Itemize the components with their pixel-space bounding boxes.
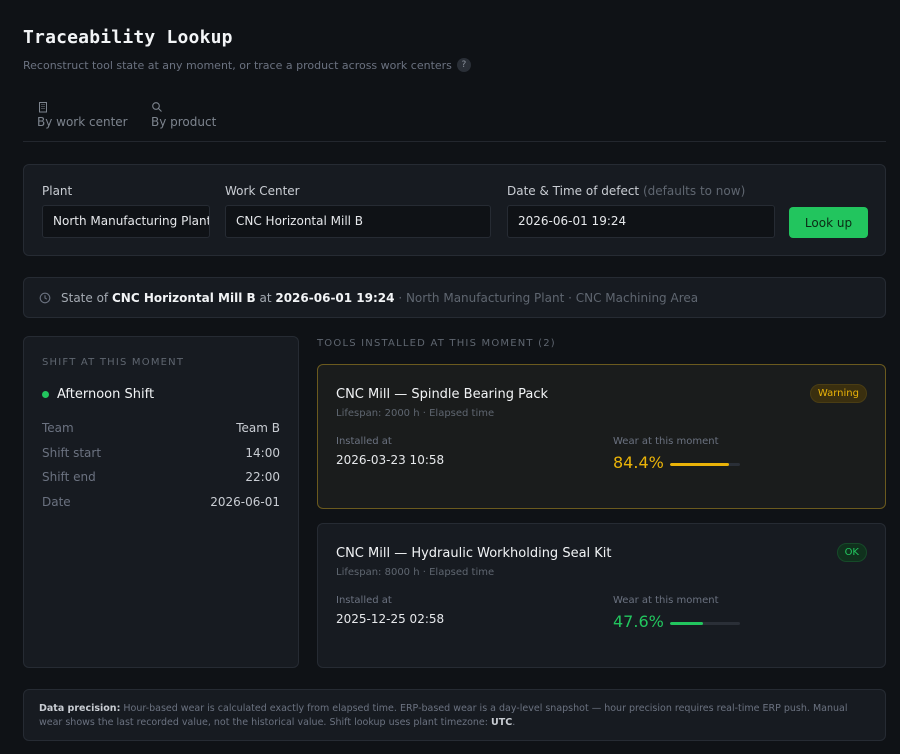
search-icon <box>152 102 162 112</box>
clock-icon <box>39 292 51 303</box>
installed-label: Installed at <box>336 436 392 447</box>
shift-row-start: Shift start 14:00 <box>42 446 280 460</box>
wear-progress-bar <box>670 622 740 625</box>
tool-card[interactable]: CNC Mill — Hydraulic Workholding Seal Ki… <box>317 523 886 668</box>
precision-label: Data precision: <box>39 703 121 714</box>
precision-timezone: UTC <box>491 717 513 728</box>
tool-lifespan: Lifespan: 8000 h · Elapsed time <box>336 567 495 578</box>
datetime-input[interactable]: 2026-06-01 19:24 <box>507 205 775 238</box>
shift-name: Afternoon Shift <box>42 387 154 402</box>
shift-value: Team B <box>236 421 280 435</box>
precision-text: Hour-based wear is calculated exactly fr… <box>39 703 848 728</box>
wear-progress-fill <box>670 463 730 466</box>
wear-progress-bar <box>670 463 740 466</box>
shift-value: 14:00 <box>245 446 280 460</box>
status-badge: Warning <box>809 384 867 403</box>
tool-name: CNC Mill — Hydraulic Workholding Seal Ki… <box>336 546 612 561</box>
tab-label: By product <box>151 115 217 129</box>
shift-panel: Shift at this moment Afternoon Shift Tea… <box>23 336 299 668</box>
datetime-label-text: Date & Time of defect <box>507 184 640 198</box>
installed-value: 2026-03-23 10:58 <box>336 453 445 467</box>
wear-value: 84.4% <box>613 453 664 472</box>
status-badge: OK <box>836 543 867 562</box>
active-dot-icon <box>42 391 49 398</box>
page-subtitle: Reconstruct tool state at any moment, or… <box>23 58 471 72</box>
shift-name-text: Afternoon Shift <box>57 387 155 402</box>
shift-row-team: Team Team B <box>42 421 280 435</box>
subtitle-text: Reconstruct tool state at any moment, or… <box>23 58 452 72</box>
shift-row-date: Date 2026-06-01 <box>42 495 280 509</box>
tab-by-work-center[interactable]: By work center <box>37 101 128 129</box>
tab-by-product[interactable]: By product <box>151 101 216 129</box>
building-icon <box>39 102 47 113</box>
page-title: Traceability Lookup <box>23 27 233 48</box>
tool-name: CNC Mill — Spindle Bearing Pack <box>336 387 549 402</box>
tool-lifespan: Lifespan: 2000 h · Elapsed time <box>336 408 495 419</box>
shift-key: Shift end <box>42 470 96 484</box>
shift-key: Team <box>42 421 74 435</box>
wear-label: Wear at this moment <box>613 595 719 606</box>
shift-key: Date <box>42 495 71 509</box>
datetime-label: Date & Time of defect (defaults to now) <box>507 184 745 198</box>
wear-value: 47.6% <box>613 612 664 631</box>
shift-section-label: Shift at this moment <box>42 357 185 368</box>
datetime-hint: (defaults to now) <box>642 184 746 198</box>
installed-value: 2025-12-25 02:58 <box>336 612 445 626</box>
look-up-button[interactable]: Look up <box>789 207 868 238</box>
shift-key: Shift start <box>42 446 102 460</box>
state-summary: State of CNC Horizontal Mill B at 2026-0… <box>23 277 886 318</box>
tool-card[interactable]: CNC Mill — Spindle Bearing Pack Lifespan… <box>317 364 886 509</box>
work-center-label: Work Center <box>225 184 300 198</box>
help-icon[interactable]: ? <box>456 58 471 72</box>
shift-value: 22:00 <box>245 470 280 484</box>
shift-value: 2026-06-01 <box>210 495 280 509</box>
view-tabs: By work center By product <box>23 96 886 142</box>
plant-label: Plant <box>42 184 73 198</box>
state-work-center: CNC Horizontal Mill B <box>111 290 256 305</box>
data-precision-note: Data precision: Hour-based wear is calcu… <box>23 689 886 741</box>
wear-progress-fill <box>670 622 704 625</box>
work-center-select[interactable]: CNC Horizontal Mill B <box>225 205 491 238</box>
tab-label: By work center <box>37 115 128 129</box>
lookup-form: Plant North Manufacturing Plant Work Cen… <box>23 164 886 256</box>
tools-section-label: Tools installed at this moment (2) <box>317 338 556 349</box>
state-datetime: 2026-06-01 19:24 <box>275 290 395 305</box>
state-location: · North Manufacturing Plant · CNC Machin… <box>398 290 699 305</box>
plant-select[interactable]: North Manufacturing Plant <box>42 205 210 238</box>
wear-label: Wear at this moment <box>613 436 719 447</box>
state-at: at <box>259 290 272 305</box>
shift-row-end: Shift end 22:00 <box>42 470 280 484</box>
state-text: State of CNC Horizontal Mill B at 2026-0… <box>61 291 698 305</box>
precision-end: . <box>512 717 516 728</box>
state-prefix: State of <box>61 290 109 305</box>
installed-label: Installed at <box>336 595 392 606</box>
